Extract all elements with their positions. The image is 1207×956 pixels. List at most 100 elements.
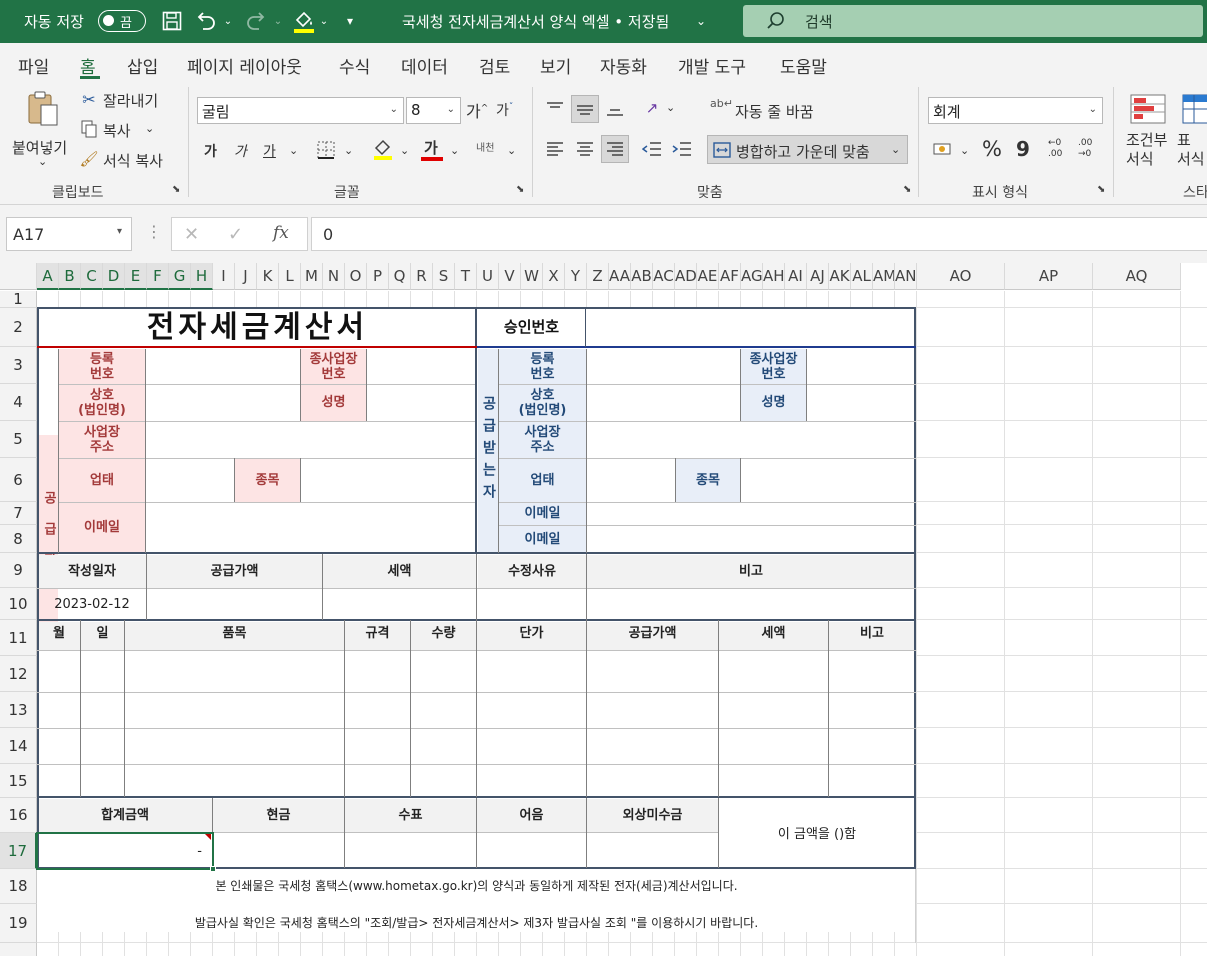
redo-icon[interactable]: [244, 9, 268, 33]
row-header-3[interactable]: 3: [0, 347, 37, 384]
underline-dropdown-icon[interactable]: ⌄: [289, 144, 298, 157]
increase-indent-icon[interactable]: [670, 137, 694, 161]
column-header-aq[interactable]: AQ: [1093, 263, 1181, 290]
column-header-q[interactable]: Q: [389, 263, 411, 290]
menu-formulas[interactable]: 수식: [339, 53, 370, 78]
redo-dropdown-icon[interactable]: ⌄: [272, 12, 284, 30]
menu-help[interactable]: 도움말: [780, 53, 827, 78]
font-launcher-icon[interactable]: ⬊: [516, 184, 524, 195]
title-dropdown-icon[interactable]: ⌄: [693, 11, 709, 31]
active-cell-selection[interactable]: [36, 832, 214, 870]
fill-dropdown-icon[interactable]: ⌄: [400, 144, 409, 157]
document-title[interactable]: 국세청 전자세금계산서 양식 엑셀 • 저장됨: [402, 11, 669, 32]
row-header-12[interactable]: 12: [0, 656, 37, 692]
row-header-17[interactable]: 17: [0, 833, 37, 869]
row-header-8[interactable]: 8: [0, 525, 37, 553]
increase-font-icon[interactable]: 가^: [466, 98, 488, 122]
border-icon[interactable]: [315, 139, 337, 161]
menu-home[interactable]: 홈: [80, 53, 96, 78]
number-format-combo[interactable]: 회계 ⌄: [928, 97, 1103, 124]
column-header-r[interactable]: R: [411, 263, 433, 290]
row-header-9[interactable]: 9: [0, 553, 37, 588]
cut-label[interactable]: 잘라내기: [103, 90, 158, 111]
row-header-15[interactable]: 15: [0, 764, 37, 798]
fill-color-icon[interactable]: [292, 9, 316, 35]
menu-developer[interactable]: 개발 도구: [678, 53, 746, 78]
copy-icon[interactable]: [80, 120, 98, 138]
column-header-ah[interactable]: AH: [763, 263, 785, 290]
italic-button[interactable]: 가: [234, 141, 247, 161]
column-header-ae[interactable]: AE: [697, 263, 719, 290]
undo-icon[interactable]: [194, 9, 218, 33]
confirm-icon[interactable]: ✓: [228, 224, 243, 245]
alignment-launcher-icon[interactable]: ⬊: [903, 184, 911, 195]
clipboard-launcher-icon[interactable]: ⬊: [172, 184, 180, 195]
decrease-decimal-button[interactable]: .00 →0: [1078, 138, 1102, 160]
column-header-l[interactable]: L: [279, 263, 301, 290]
align-top-icon[interactable]: [543, 97, 567, 121]
search-box[interactable]: 검색: [743, 5, 1203, 37]
column-header-an[interactable]: AN: [895, 263, 917, 290]
font-color-button[interactable]: 가: [424, 137, 438, 158]
decrease-font-icon[interactable]: 가ˇ: [496, 100, 513, 120]
border-dropdown-icon[interactable]: ⌄: [344, 144, 353, 157]
column-header-ad[interactable]: AD: [675, 263, 697, 290]
menu-data[interactable]: 데이터: [401, 53, 448, 78]
align-bottom-icon[interactable]: [603, 97, 627, 121]
menu-file[interactable]: 파일: [18, 53, 49, 78]
comma-button[interactable]: 9: [1016, 137, 1030, 161]
column-header-ab[interactable]: AB: [631, 263, 653, 290]
font-color-dropdown-icon[interactable]: ⌄: [450, 144, 459, 157]
column-header-al[interactable]: AL: [851, 263, 873, 290]
row-header-18[interactable]: 18: [0, 869, 37, 904]
row-header-4[interactable]: 4: [0, 384, 37, 421]
row-header-16[interactable]: 16: [0, 798, 37, 833]
orientation-icon[interactable]: ↗: [640, 96, 664, 120]
menu-insert[interactable]: 삽입: [127, 53, 158, 78]
column-header-z[interactable]: Z: [587, 263, 609, 290]
align-middle-icon[interactable]: [571, 95, 599, 123]
increase-decimal-button[interactable]: ←0 .00: [1048, 138, 1072, 160]
decrease-indent-icon[interactable]: [640, 137, 664, 161]
row-header-2[interactable]: 2: [0, 308, 37, 347]
cut-icon[interactable]: ✂: [80, 90, 98, 109]
column-header-i[interactable]: I: [213, 263, 235, 290]
menu-automate[interactable]: 자동화: [600, 53, 647, 78]
column-header-k[interactable]: K: [257, 263, 279, 290]
autosave-toggle[interactable]: 끔: [98, 10, 146, 32]
column-header-aj[interactable]: AJ: [807, 263, 829, 290]
column-header-d[interactable]: D: [103, 263, 125, 290]
customize-qat-icon[interactable]: ▾: [342, 10, 358, 32]
align-left-icon[interactable]: [543, 137, 567, 161]
column-header-af[interactable]: AF: [719, 263, 741, 290]
name-box[interactable]: A17 ▾: [6, 217, 132, 251]
align-center-icon[interactable]: [573, 137, 597, 161]
formula-input[interactable]: 0: [311, 217, 1207, 251]
row-header-14[interactable]: 14: [0, 728, 37, 764]
menu-page-layout[interactable]: 페이지 레이아웃: [187, 53, 302, 78]
phonetic-dropdown-icon[interactable]: ⌄: [507, 144, 516, 157]
column-header-b[interactable]: B: [59, 263, 81, 290]
underline-button[interactable]: 가: [263, 141, 276, 161]
bold-button[interactable]: 가: [204, 141, 217, 161]
format-as-table-button[interactable]: 표 서식: [1177, 91, 1207, 177]
column-header-aa[interactable]: AA: [609, 263, 631, 290]
column-header-e[interactable]: E: [125, 263, 147, 290]
copy-label[interactable]: 복사: [103, 120, 131, 141]
copy-dropdown-icon[interactable]: ⌄: [145, 122, 154, 135]
orientation-dropdown-icon[interactable]: ⌄: [666, 101, 675, 114]
column-header-x[interactable]: X: [543, 263, 565, 290]
row-header-11[interactable]: 11: [0, 620, 37, 656]
column-header-j[interactable]: J: [235, 263, 257, 290]
fill-handle[interactable]: [210, 866, 216, 872]
number-launcher-icon[interactable]: ⬊: [1097, 184, 1105, 195]
column-header-w[interactable]: W: [521, 263, 543, 290]
conditional-format-button[interactable]: 조건부 서식: [1120, 91, 1176, 177]
format-painter-label[interactable]: 서식 복사: [103, 150, 163, 171]
column-header-s[interactable]: S: [433, 263, 455, 290]
column-header-g[interactable]: G: [169, 263, 191, 290]
insert-function-icon[interactable]: fx: [273, 223, 289, 243]
format-painter-icon[interactable]: 🖌: [79, 150, 98, 168]
column-header-v[interactable]: V: [499, 263, 521, 290]
column-header-o[interactable]: O: [345, 263, 367, 290]
